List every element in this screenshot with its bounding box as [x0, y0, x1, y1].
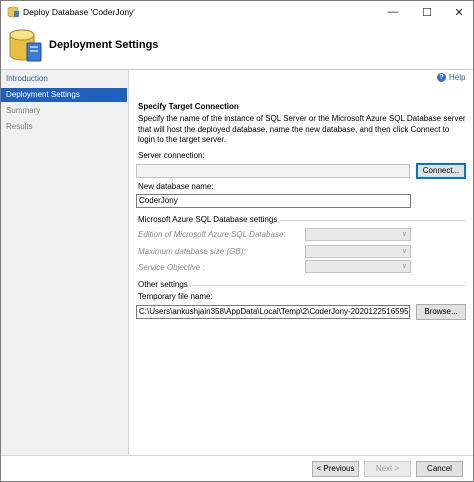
- service-objective-label: Service Objective :: [138, 263, 205, 272]
- target-description: Specify the name of the instance of SQL …: [138, 114, 466, 144]
- section-title-target-connection: Specify Target Connection: [138, 102, 239, 111]
- temporary-file-name-label: Temporary file name:: [138, 292, 213, 301]
- maximize-icon: ☐: [422, 6, 432, 19]
- max-database-size-label: Maximum database size (GB):: [138, 247, 246, 256]
- new-database-name-input[interactable]: CoderJony: [136, 194, 411, 208]
- server-connection-label: Server connection:: [138, 151, 205, 160]
- database-deploy-icon: [9, 29, 42, 62]
- browse-button[interactable]: Browse...: [416, 304, 466, 320]
- database-app-icon: [7, 6, 19, 18]
- sidebar-item-summary: Summary: [6, 106, 41, 115]
- edition-select: ∨: [305, 228, 411, 241]
- server-connection-field: [136, 164, 410, 178]
- page-title: Deployment Settings: [49, 39, 159, 51]
- chevron-down-icon: ∨: [401, 231, 407, 238]
- cancel-button[interactable]: Cancel: [416, 461, 463, 477]
- maximize-button[interactable]: ☐: [411, 1, 443, 23]
- deploy-database-window: Deploy Database 'CoderJony' — ☐ ✕ Deploy…: [0, 0, 474, 482]
- new-database-name-label: New database name:: [138, 182, 214, 191]
- minimize-icon: —: [387, 6, 399, 18]
- chevron-down-icon: ∨: [401, 248, 407, 255]
- service-objective-select: ∨: [305, 260, 411, 273]
- next-button: Next >: [364, 461, 411, 477]
- azure-group-divider: [280, 220, 466, 221]
- help-link[interactable]: ? Help: [437, 73, 465, 82]
- azure-settings-group-title: Microsoft Azure SQL Database settings: [138, 215, 278, 224]
- sidebar-item-introduction[interactable]: Introduction: [1, 72, 127, 86]
- minimize-button[interactable]: —: [377, 1, 409, 23]
- help-icon: ?: [437, 73, 446, 82]
- close-icon: ✕: [454, 6, 464, 19]
- wizard-header: Deployment Settings: [1, 23, 473, 69]
- sidebar-item-results: Results: [6, 122, 33, 131]
- footer-divider: [1, 455, 473, 456]
- window-title: Deploy Database 'CoderJony': [23, 7, 135, 17]
- edition-label: Edition of Microsoft Azure SQL Database:: [138, 230, 286, 239]
- close-button[interactable]: ✕: [443, 1, 473, 23]
- max-database-size-select: ∨: [305, 245, 411, 258]
- temporary-file-name-input[interactable]: C:\Users\ankushjain358\AppData\Local\Tem…: [136, 305, 410, 319]
- chevron-down-icon: ∨: [401, 263, 407, 270]
- previous-button[interactable]: < Previous: [312, 461, 359, 477]
- wizard-sidebar: Introduction Deployment Settings Summary…: [1, 70, 129, 455]
- other-group-divider: [189, 285, 466, 286]
- title-bar: Deploy Database 'CoderJony' — ☐ ✕: [1, 1, 473, 23]
- sidebar-item-deployment-settings[interactable]: Deployment Settings: [1, 88, 127, 102]
- help-label: Help: [449, 73, 466, 82]
- connect-button[interactable]: Connect...: [416, 163, 466, 179]
- other-settings-group-title: Other settings: [138, 280, 188, 289]
